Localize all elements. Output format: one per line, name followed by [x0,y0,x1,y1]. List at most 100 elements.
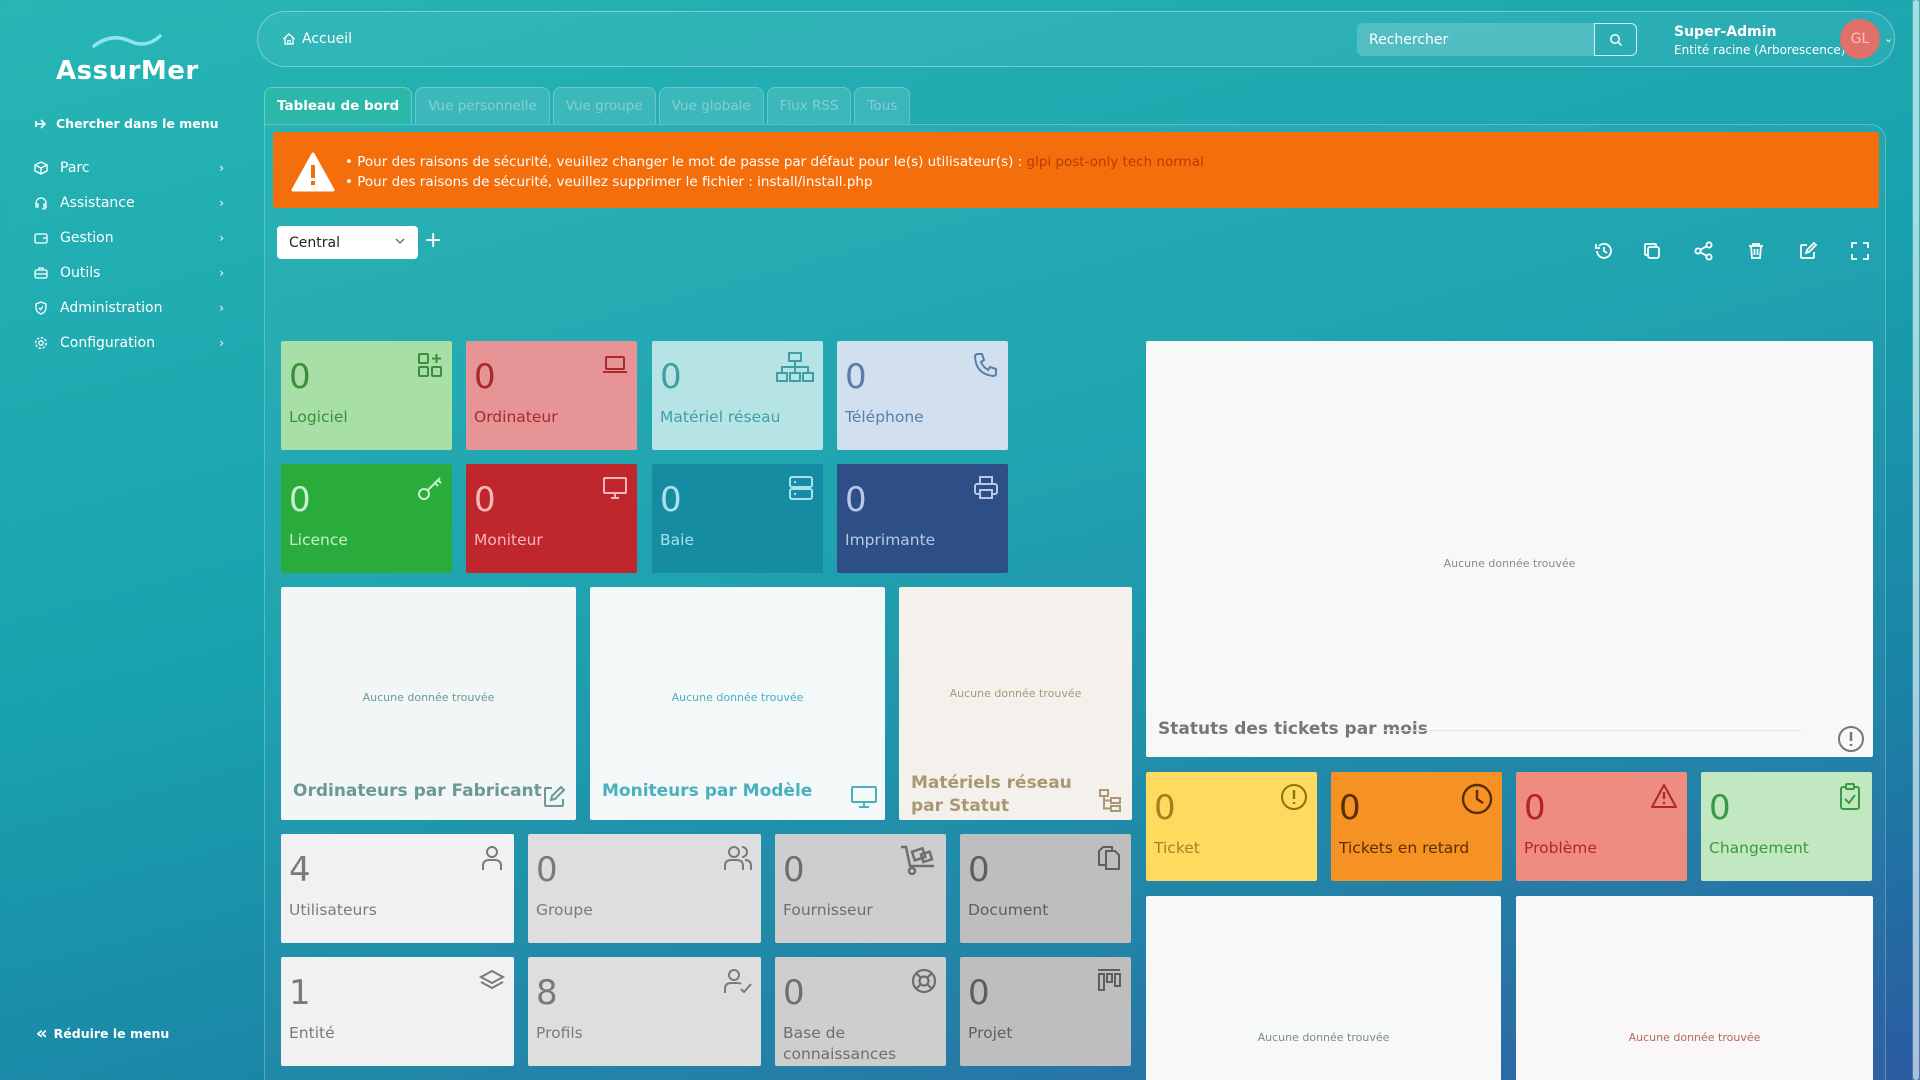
card-value: 0 [289,480,311,520]
card-probleme[interactable]: 0 Problème [1516,772,1687,881]
share-button[interactable] [1690,237,1718,265]
delete-button[interactable] [1742,237,1770,265]
chart-bottom-left: Aucune donnée trouvée [1146,896,1501,1080]
dolly-icon [901,845,934,876]
card-materiel-reseau[interactable]: 0 Matériel réseau [652,341,823,450]
sidebar-item-assistance[interactable]: Assistance › [34,185,224,220]
scrollbar-thumb[interactable] [1913,0,1919,1080]
alert-messages: Pour des raisons de sécurité, veuillez c… [345,152,1204,192]
chevron-down-icon[interactable]: ⌄ [1884,32,1893,45]
card-changement[interactable]: 0 Changement [1701,772,1872,881]
card-entite[interactable]: 1 Entité [281,957,514,1066]
sidebar-item-administration[interactable]: Administration › [34,290,224,325]
sidebar-item-outils[interactable]: Outils › [34,255,224,290]
card-utilisateurs[interactable]: 4 Utilisateurs [281,834,514,943]
card-label: Document [968,901,1049,919]
search-menu-link[interactable]: Chercher dans le menu [34,116,219,131]
lifebuoy-icon [911,968,937,994]
breadcrumb-home: Accueil [302,31,352,47]
card-fournisseur[interactable]: 0 Fournisseur [775,834,946,943]
sidebar-item-parc[interactable]: Parc › [34,150,224,185]
card-label: Ordinateur [474,408,558,426]
headset-icon [34,196,54,210]
chevron-right-icon: › [219,230,224,245]
key-icon [418,477,442,500]
shield-icon [34,300,54,315]
empty-message: Aucune donnée trouvée [1443,557,1576,570]
clone-button[interactable] [1638,237,1666,265]
tab-vue-globale[interactable]: Vue globale [658,87,764,124]
alert-users-link[interactable]: glpi post-only tech normal [1027,154,1204,170]
tab-vue-personnelle[interactable]: Vue personnelle [415,87,550,124]
dashboard-select[interactable]: Central [277,226,418,259]
collapse-menu-button[interactable]: « Réduire le menu [36,1022,169,1044]
chart-bottom-right: Aucune donnée trouvée [1516,896,1873,1080]
user-icon [482,846,502,870]
card-value: 0 [1154,788,1176,828]
app-logo[interactable]: AssurMer [56,34,198,90]
printer-icon [974,476,998,499]
card-value: 0 [660,480,682,520]
kanban-icon [1098,969,1121,991]
card-ticket[interactable]: 0 Ticket [1146,772,1317,881]
monitor-icon [851,786,877,808]
card-tickets-retard[interactable]: 0 Tickets en retard [1331,772,1502,881]
breadcrumb[interactable]: Accueil [282,31,352,47]
card-label: Problème [1524,839,1597,857]
card-value: 0 [289,357,311,397]
card-imprimante[interactable]: 0 Imprimante [837,464,1008,573]
card-baie[interactable]: 0 Baie [652,464,823,573]
tab-vue-groupe[interactable]: Vue groupe [552,87,656,124]
card-value: 0 [783,850,805,890]
copy-icon [1644,243,1660,259]
card-base-connaissances[interactable]: 0 Base de connaissances [775,957,946,1066]
card-logiciel[interactable]: 0 Logiciel [281,341,452,450]
sidebar-item-label: Assistance [60,194,135,211]
double-chevron-left-icon: « [36,1022,48,1044]
alert-line-install: Pour des raisons de sécurité, veuillez s… [345,172,1204,192]
chart-title: Matériels réseau par Statut [911,773,1072,816]
card-label: Ticket [1154,839,1200,857]
card-groupe[interactable]: 0 Groupe [528,834,761,943]
server-icon [789,476,813,500]
tab-tous[interactable]: Tous [854,87,911,124]
wave-logo-icon [92,34,162,48]
history-icon [1595,243,1612,259]
alert-password-text: Pour des raisons de sécurité, veuillez c… [357,154,1027,170]
card-moniteur[interactable]: 0 Moniteur [466,464,637,573]
card-projet[interactable]: 0 Projet [960,957,1131,1066]
security-alert: Pour des raisons de sécurité, veuillez c… [273,132,1879,208]
card-value: 0 [660,357,682,397]
card-value: 0 [474,480,496,520]
title-divider [1382,730,1802,731]
chevron-right-icon: › [219,160,224,175]
empty-message: Aucune donnée trouvée [671,691,804,704]
sidebar-item-configuration[interactable]: Configuration › [34,325,224,360]
fullscreen-button[interactable] [1846,237,1874,265]
card-document[interactable]: 0 Document [960,834,1131,943]
user-entity[interactable]: Entité racine (Arborescence) [1674,43,1846,57]
chart-ordinateurs-fabricant: Aucune donnée trouvée Ordinateurs par Fa… [281,587,576,820]
card-profils[interactable]: 8 Profils [528,957,761,1066]
phone-icon [973,353,997,378]
fullscreen-icon [1851,242,1869,260]
avatar[interactable]: GL [1840,19,1880,59]
history-button[interactable] [1590,237,1618,265]
card-ordinateur[interactable]: 0 Ordinateur [466,341,637,450]
tab-flux-rss[interactable]: Flux RSS [766,87,852,124]
card-licence[interactable]: 0 Licence [281,464,452,573]
card-label: Base de connaissances [783,1024,897,1063]
info-circle-icon[interactable] [1837,725,1865,753]
add-dashboard-button[interactable]: + [424,228,442,254]
tab-tableau-de-bord[interactable]: Tableau de bord [264,87,413,124]
card-value: 0 [1524,788,1546,828]
card-telephone[interactable]: 0 Téléphone [837,341,1008,450]
search-input[interactable] [1357,23,1594,56]
warning-triangle-icon [1651,784,1677,808]
sidebar-item-gestion[interactable]: Gestion › [34,220,224,255]
users-icon [724,846,752,870]
user-name[interactable]: Super-Admin [1674,24,1777,40]
edit-button[interactable] [1794,237,1822,265]
search-button[interactable] [1594,23,1637,56]
card-label: Projet [968,1024,1013,1042]
